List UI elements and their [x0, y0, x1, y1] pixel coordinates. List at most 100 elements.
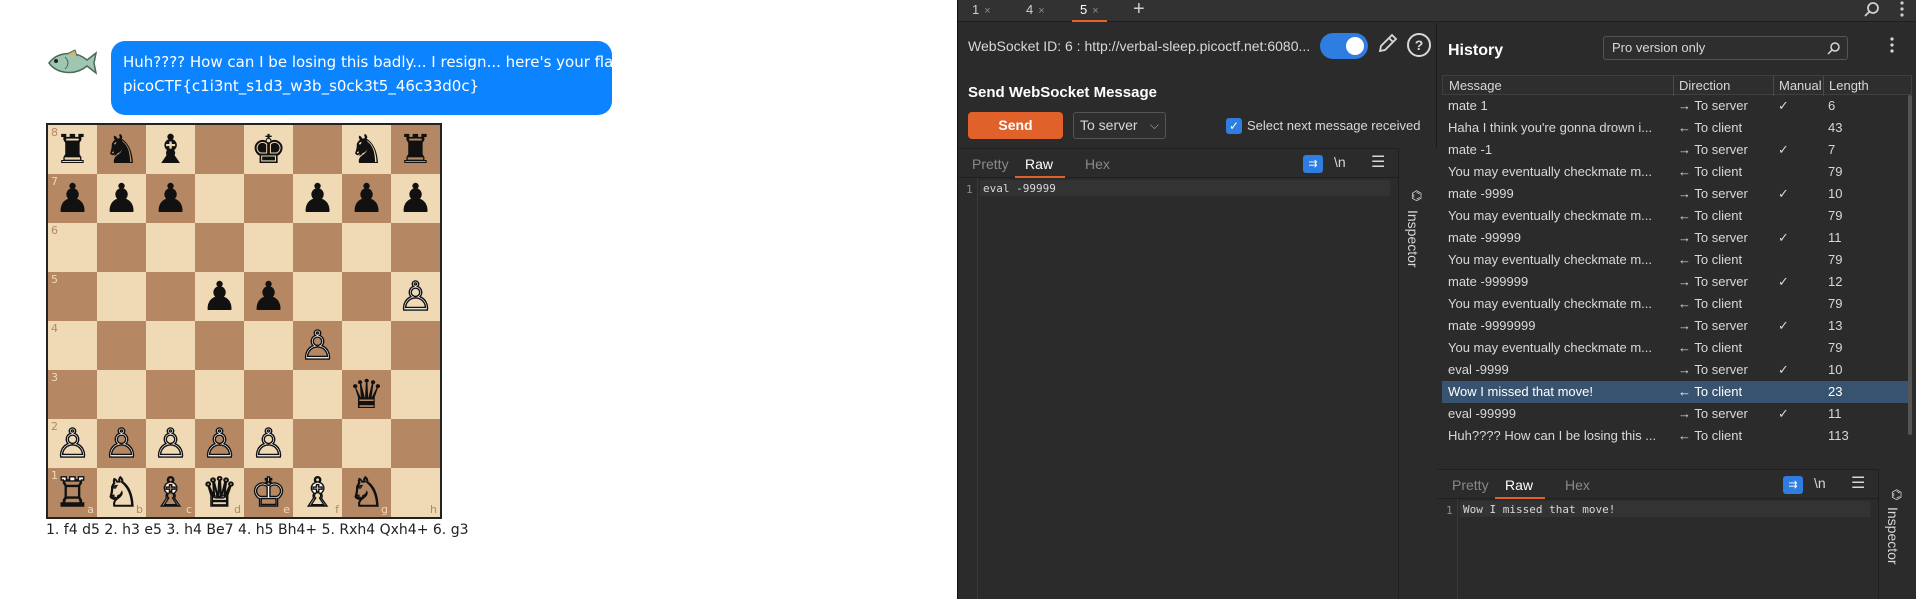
column-divider[interactable] [1823, 76, 1824, 96]
board-square-c2[interactable]: ♙ [146, 419, 195, 468]
column-divider[interactable] [1773, 76, 1774, 96]
table-row[interactable]: mate -9999999 → To server ✓ 13 [1442, 315, 1912, 337]
board-square-e2[interactable]: ♙ [244, 419, 293, 468]
board-square-h3[interactable] [391, 370, 440, 419]
hamburger-menu-icon[interactable]: ☰ [1851, 473, 1865, 493]
chess-piece[interactable]: ♟ [251, 277, 287, 317]
board-square-a4[interactable]: 4 [48, 321, 97, 370]
wrap-icon[interactable]: ⇉ [1783, 476, 1803, 494]
board-square-f7[interactable]: ♟ [293, 174, 342, 223]
table-row[interactable]: You may eventually checkmate m... ← To cl… [1442, 161, 1912, 183]
table-row[interactable]: eval -99999 → To server ✓ 11 [1442, 403, 1912, 425]
chess-piece[interactable]: ♜ [398, 130, 434, 170]
intercept-toggle[interactable] [1320, 33, 1368, 59]
board-square-a3[interactable]: 3 [48, 370, 97, 419]
chess-piece[interactable]: ♙ [54, 423, 91, 464]
table-row[interactable]: You may eventually checkmate m... ← To cl… [1442, 249, 1912, 271]
table-row[interactable]: mate -999999 → To server ✓ 12 [1442, 271, 1912, 293]
message-editor[interactable]: 1 eval -99999 [958, 178, 1398, 599]
board-square-h7[interactable]: ♟ [391, 174, 440, 223]
direction-select[interactable]: To server ⌵ [1073, 112, 1166, 139]
hamburger-menu-icon[interactable]: ☰ [1371, 152, 1385, 172]
table-row[interactable]: mate -9999 → To server ✓ 10 [1442, 183, 1912, 205]
board-square-d7[interactable] [195, 174, 244, 223]
table-row[interactable]: Wow I missed that move! ← To client 23 [1442, 381, 1912, 403]
board-square-c1[interactable]: ♗ c [146, 468, 195, 517]
chess-piece[interactable]: ♙ [103, 423, 140, 464]
board-square-c3[interactable] [146, 370, 195, 419]
chess-piece[interactable]: ♙ [299, 325, 336, 366]
pencil-icon[interactable] [1376, 31, 1400, 55]
newline-toggle[interactable]: \n [1814, 475, 1826, 491]
board-square-f3[interactable] [293, 370, 342, 419]
board-square-b4[interactable] [97, 321, 146, 370]
board-square-e1[interactable]: ♔ e [244, 468, 293, 517]
board-square-g8[interactable]: ♞ [342, 125, 391, 174]
newline-toggle[interactable]: \n [1334, 154, 1346, 170]
board-square-e6[interactable] [244, 223, 293, 272]
board-square-a5[interactable]: 5 [48, 272, 97, 321]
close-icon[interactable]: × [1092, 5, 1098, 17]
chess-piece[interactable]: ♟ [300, 179, 336, 219]
board-square-f1[interactable]: ♗ f [293, 468, 342, 517]
chess-piece[interactable]: ♟ [349, 179, 385, 219]
board-square-h8[interactable]: ♜ [391, 125, 440, 174]
board-square-e4[interactable] [244, 321, 293, 370]
chess-piece[interactable]: ♝ [153, 130, 189, 170]
history-message-viewer[interactable]: 1 Wow I missed that move! [1438, 499, 1878, 599]
board-square-a7[interactable]: ♟ 7 [48, 174, 97, 223]
chess-piece[interactable]: ♙ [397, 276, 434, 317]
inspector-sidebar[interactable]: ⌬ Inspector [1878, 469, 1916, 599]
inspector-sidebar[interactable]: ⌬ Inspector [1398, 148, 1437, 599]
board-square-e7[interactable] [244, 174, 293, 223]
board-square-b7[interactable]: ♟ [97, 174, 146, 223]
board-square-b6[interactable] [97, 223, 146, 272]
tab-4[interactable]: 4 × [1018, 0, 1053, 22]
board-square-g6[interactable] [342, 223, 391, 272]
chess-piece[interactable]: ♟ [398, 179, 434, 219]
column-divider[interactable] [1673, 76, 1674, 96]
board-square-f8[interactable] [293, 125, 342, 174]
wrap-icon[interactable]: ⇉ [1303, 155, 1323, 173]
tab-hex[interactable]: Hex [1085, 156, 1110, 172]
board-square-e3[interactable] [244, 370, 293, 419]
board-square-d5[interactable]: ♟ [195, 272, 244, 321]
board-square-e5[interactable]: ♟ [244, 272, 293, 321]
board-square-h4[interactable] [391, 321, 440, 370]
help-icon[interactable]: ? [1407, 33, 1431, 57]
board-square-f4[interactable]: ♙ [293, 321, 342, 370]
board-square-g4[interactable] [342, 321, 391, 370]
kebab-menu-icon[interactable] [1898, 0, 1906, 18]
board-square-h6[interactable] [391, 223, 440, 272]
close-icon[interactable]: × [1038, 5, 1044, 17]
table-row[interactable]: You may eventually checkmate m... ← To cl… [1442, 337, 1912, 359]
board-square-g7[interactable]: ♟ [342, 174, 391, 223]
chess-piece[interactable]: ♔ [250, 472, 287, 513]
chess-piece[interactable]: ♙ [201, 423, 238, 464]
history-filter-input[interactable]: Pro version only [1603, 36, 1848, 60]
chess-piece[interactable]: ♚ [251, 130, 287, 170]
chess-piece[interactable]: ♞ [349, 130, 385, 170]
chess-piece[interactable]: ♘ [103, 472, 140, 513]
chess-board[interactable]: ♜ 8 ♞ ♝ ♚ ♞ ♜ ♟ 7 ♟ ♟ ♟ ♟ ♟ 6 5 ♟ ♟ ♙ 4 ♙ 3 ♛ ♙ 2 ♙ ♙ ♙ ♙ ♖ 1 a ♘ b ♗ c ♕ d ♔ e… [46, 123, 442, 519]
tab-pretty[interactable]: Pretty [1452, 477, 1489, 493]
board-square-b2[interactable]: ♙ [97, 419, 146, 468]
board-square-b1[interactable]: ♘ b [97, 468, 146, 517]
chess-piece[interactable]: ♟ [104, 179, 140, 219]
board-square-f5[interactable] [293, 272, 342, 321]
chess-piece[interactable]: ♖ [54, 472, 91, 513]
board-square-e8[interactable]: ♚ [244, 125, 293, 174]
chess-piece[interactable]: ♕ [201, 472, 238, 513]
chess-piece[interactable]: ♞ [104, 130, 140, 170]
tab-hex[interactable]: Hex [1565, 477, 1590, 493]
chess-piece[interactable]: ♟ [153, 179, 189, 219]
vertical-scrollbar[interactable] [1908, 95, 1912, 435]
tab-5[interactable]: 5 × [1072, 0, 1107, 22]
board-square-d3[interactable] [195, 370, 244, 419]
board-square-h2[interactable] [391, 419, 440, 468]
chess-piece[interactable]: ♙ [250, 423, 287, 464]
board-square-d2[interactable]: ♙ [195, 419, 244, 468]
column-header-message[interactable]: Message [1449, 78, 1502, 93]
column-header-length[interactable]: Length [1829, 78, 1869, 93]
table-row[interactable]: Huh???? How can I be losing this ... ← To… [1442, 425, 1912, 447]
